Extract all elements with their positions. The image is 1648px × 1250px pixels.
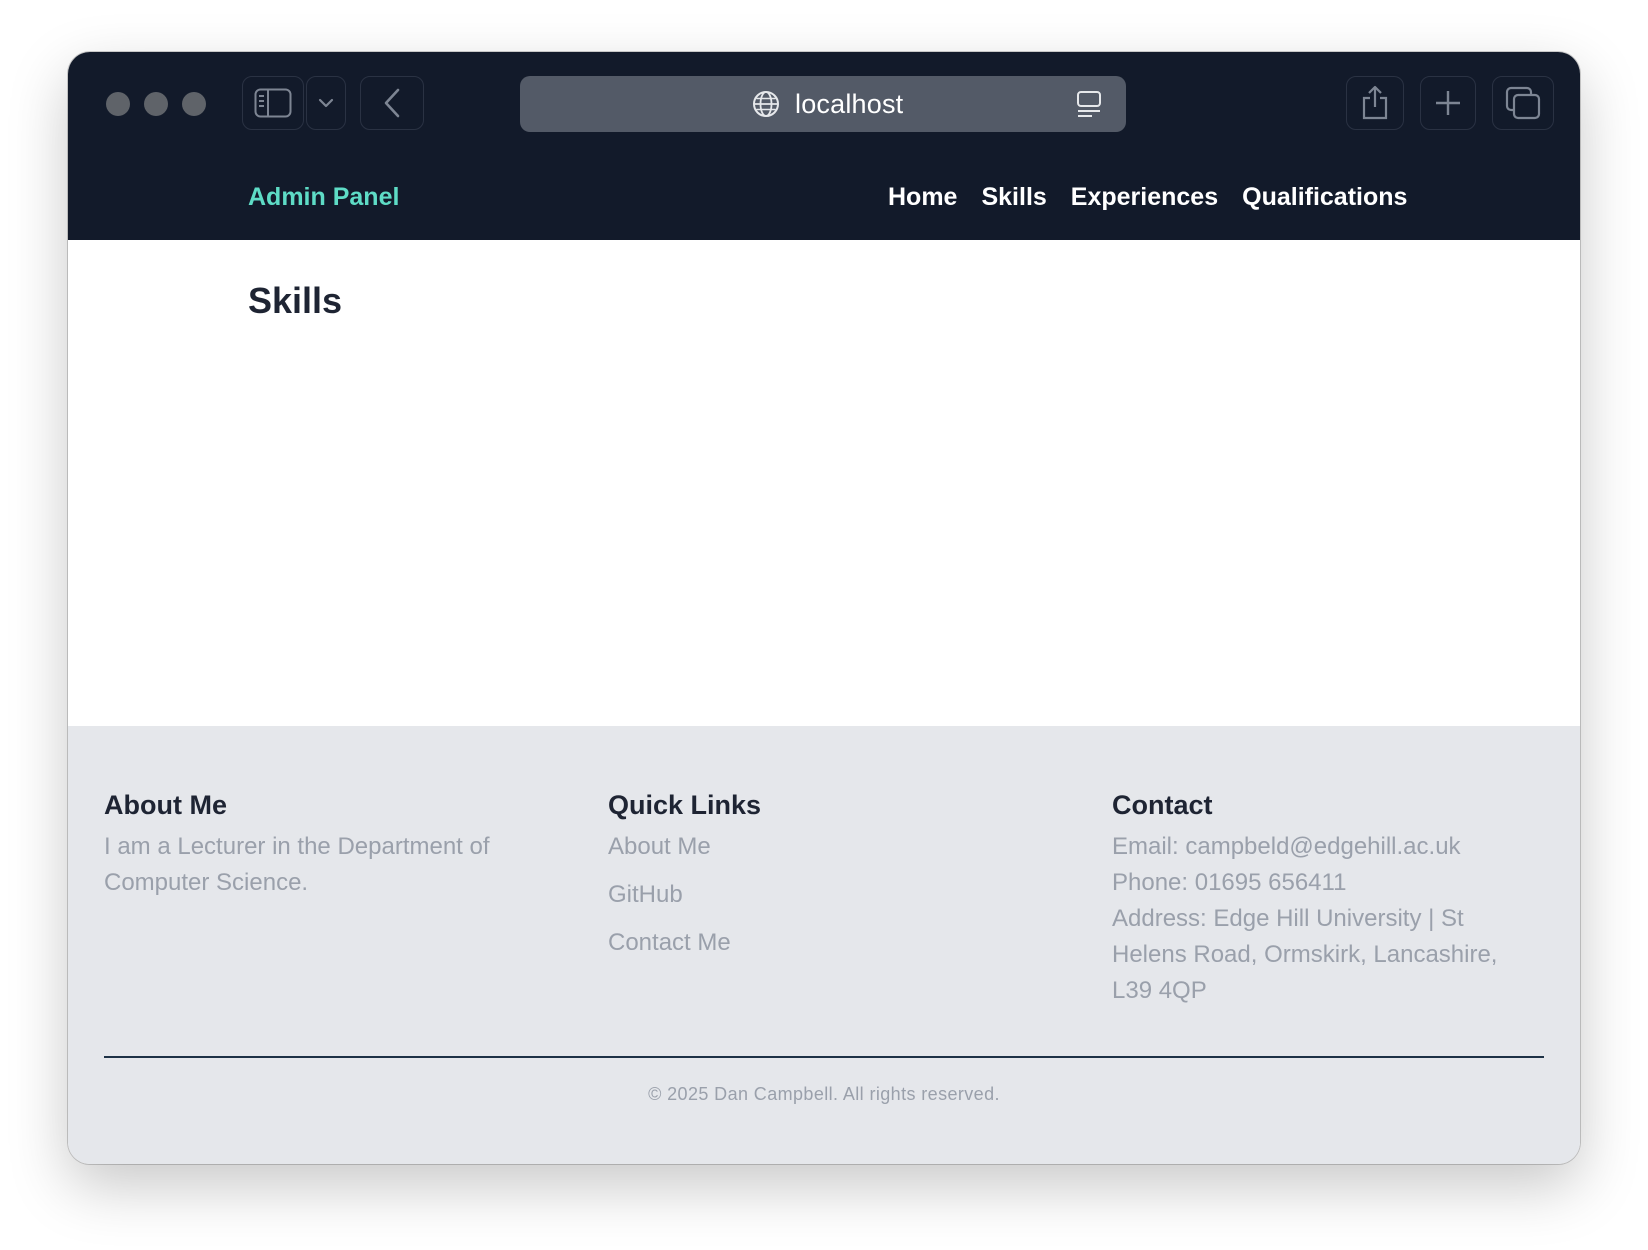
nav-link-home[interactable]: Home [888,183,957,212]
footer-quick-links-heading: Quick Links [608,790,762,820]
footer-copyright: © 2025 Dan Campbell. All rights reserved… [648,1084,1000,1104]
close-window-button[interactable] [106,92,130,116]
footer-quick-links-section: Quick Links About Me GitHub Contact Me [608,790,1028,973]
footer-about-heading: About Me [104,790,227,820]
tabs-overview-icon [1505,86,1541,120]
url-text: localhost [795,89,904,119]
footer-contact-address: Address: Edge Hill University | St Helen… [1112,905,1498,1004]
tab-overview-button[interactable] [1492,76,1554,130]
footer-about-text: I am a Lecturer in the Department of Com… [104,833,490,896]
chevron-left-icon [384,88,400,118]
footer-contact-heading: Contact [1112,790,1213,820]
nav-link-experiences[interactable]: Experiences [1071,183,1218,212]
chevron-down-icon [318,98,334,108]
new-tab-button[interactable] [1420,76,1476,130]
page-title: Skills [248,280,343,321]
minimize-window-button[interactable] [144,92,168,116]
share-button[interactable] [1346,76,1404,130]
sidebar-icon [254,88,292,118]
footer-contact-phone: Phone: 01695 656411 [1112,869,1347,896]
footer-contact-section: Contact Email: campbeld@edgehill.ac.uk P… [1112,790,1532,1009]
main-content: Skills [68,240,1580,726]
share-icon [1362,85,1388,120]
back-button[interactable] [360,76,424,130]
nav-links: Home Skills Experiences Qualifications [888,183,1431,212]
browser-window: localhost Admin Panel Home Skills Experi… [68,52,1580,1164]
browser-chrome-and-navbar: localhost Admin Panel Home Skills Experi… [68,52,1580,240]
address-bar[interactable]: localhost [520,76,1126,132]
nav-link-qualifications[interactable]: Qualifications [1242,183,1407,212]
nav-link-skills[interactable]: Skills [981,183,1046,212]
footer-link-github[interactable]: GitHub [608,877,1028,913]
plus-icon [1436,91,1460,115]
footer-about-section: About Me I am a Lecturer in the Departme… [104,790,524,901]
footer-link-contact-me[interactable]: Contact Me [608,925,1028,961]
tab-group-dropdown-button[interactable] [306,76,346,130]
globe-icon [753,91,779,117]
zoom-window-button[interactable] [182,92,206,116]
footer-link-about-me[interactable]: About Me [608,829,1028,865]
reader-mode-icon[interactable] [1076,90,1102,118]
sidebar-toggle-button[interactable] [242,76,304,130]
nav-brand-link[interactable]: Admin Panel [248,183,399,212]
footer: About Me I am a Lecturer in the Departme… [68,726,1580,1164]
footer-divider [104,1056,1544,1058]
footer-contact-email: Email: campbeld@edgehill.ac.uk [1112,833,1461,860]
